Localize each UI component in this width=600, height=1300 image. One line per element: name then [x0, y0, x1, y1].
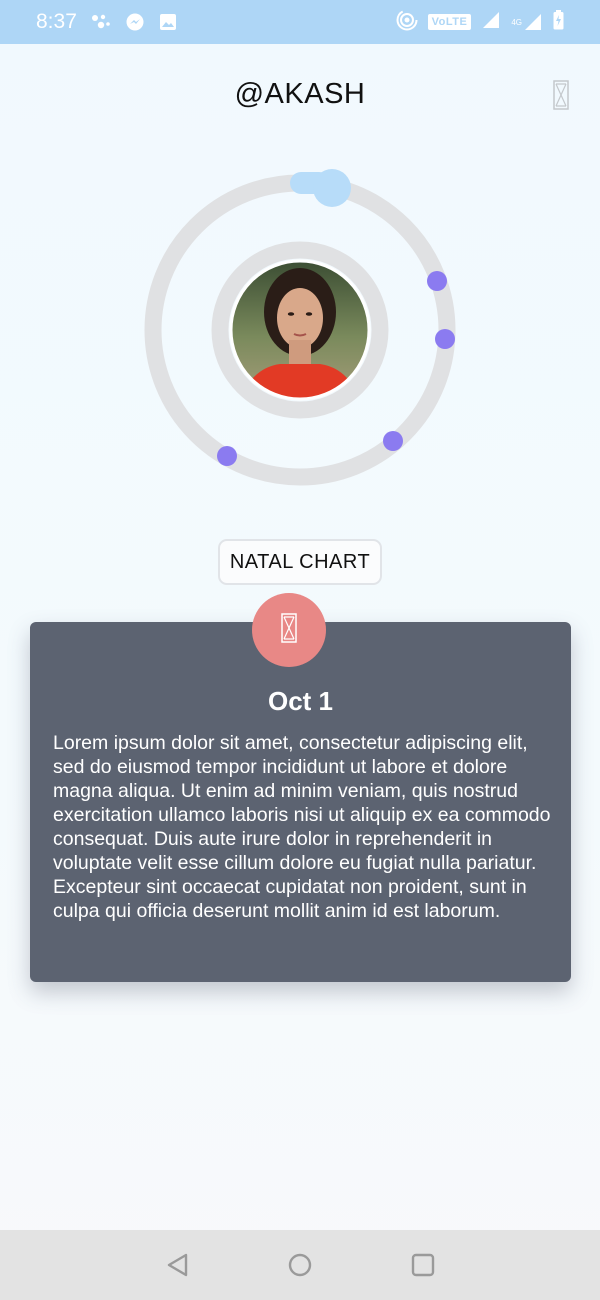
network-type-icon: 4G [511, 12, 543, 32]
image-placeholder-icon [281, 612, 297, 648]
battery-icon [553, 9, 564, 35]
status-time: 8:37 [36, 10, 77, 33]
page-title: @AKASH [234, 78, 366, 110]
assistant-icon [91, 14, 111, 30]
sun-marker [290, 169, 351, 207]
navigation-bar [0, 1230, 600, 1300]
messenger-icon [125, 12, 145, 32]
card-title: Oct 1 [267, 686, 334, 716]
planet-marker [435, 329, 455, 349]
natal-orbit-chart [144, 169, 456, 486]
planet-marker [383, 431, 403, 451]
planet-marker [217, 446, 237, 466]
card-badge [252, 593, 326, 667]
signal-icon [481, 10, 501, 35]
status-bar: 8:37 VoLTE 4G [0, 0, 600, 44]
network-type-label: 4G [511, 17, 522, 27]
card-body-text: Lorem ipsum dolor sit amet, consectetur … [53, 732, 551, 922]
home-icon[interactable] [285, 1250, 315, 1280]
back-icon[interactable] [163, 1250, 193, 1280]
image-placeholder-icon[interactable] [553, 80, 569, 110]
natal-chart-button[interactable]: NATAL CHART [218, 539, 382, 585]
gallery-icon [159, 13, 177, 31]
planet-marker [427, 271, 447, 291]
volte-badge: VoLTE [427, 14, 472, 30]
hotspot-icon [396, 9, 418, 36]
recents-icon[interactable] [408, 1250, 438, 1280]
